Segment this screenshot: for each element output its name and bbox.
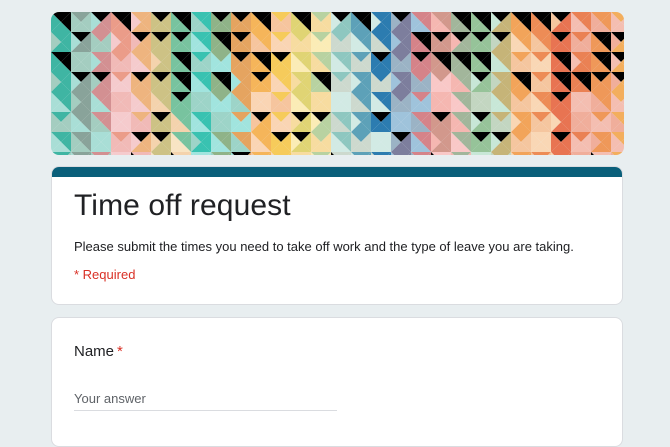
form-description: Please submit the times you need to take…	[74, 239, 574, 254]
question-label: Name *	[74, 343, 123, 360]
banner-tile	[71, 152, 91, 155]
banner-tile	[291, 152, 311, 155]
banner-tile	[111, 152, 131, 155]
banner-tile	[131, 152, 151, 155]
banner-tile	[431, 152, 451, 155]
name-answer-input[interactable]	[74, 386, 337, 411]
banner-tile	[391, 152, 411, 155]
banner-tile	[351, 152, 371, 155]
banner-tile	[451, 152, 471, 155]
banner-tile	[331, 152, 351, 155]
banner-tile	[311, 152, 331, 155]
question-card-name: Name *	[51, 317, 623, 447]
banner-tile	[271, 152, 291, 155]
banner-tile	[191, 152, 211, 155]
banner-tile	[471, 152, 491, 155]
banner-tile	[171, 152, 191, 155]
banner-tile	[251, 152, 271, 155]
banner-tile	[511, 152, 531, 155]
banner-tile	[371, 152, 391, 155]
banner-tile	[491, 152, 511, 155]
title-card-accent-bar	[52, 167, 622, 177]
required-note: * Required	[74, 267, 136, 282]
form-title: Time off request	[74, 189, 291, 222]
banner-tile	[571, 152, 591, 155]
banner-tile	[551, 152, 571, 155]
header-banner-image	[51, 12, 624, 155]
banner-tile	[591, 152, 611, 155]
banner-tile	[151, 152, 171, 155]
banner-tile	[51, 152, 71, 155]
required-asterisk: *	[117, 343, 123, 360]
banner-tile	[531, 152, 551, 155]
form-title-card: Time off request Please submit the times…	[51, 166, 623, 305]
banner-tile	[411, 152, 431, 155]
banner-tile	[231, 152, 251, 155]
banner-tile	[211, 152, 231, 155]
question-label-text: Name	[74, 343, 115, 360]
banner-tile	[91, 152, 111, 155]
